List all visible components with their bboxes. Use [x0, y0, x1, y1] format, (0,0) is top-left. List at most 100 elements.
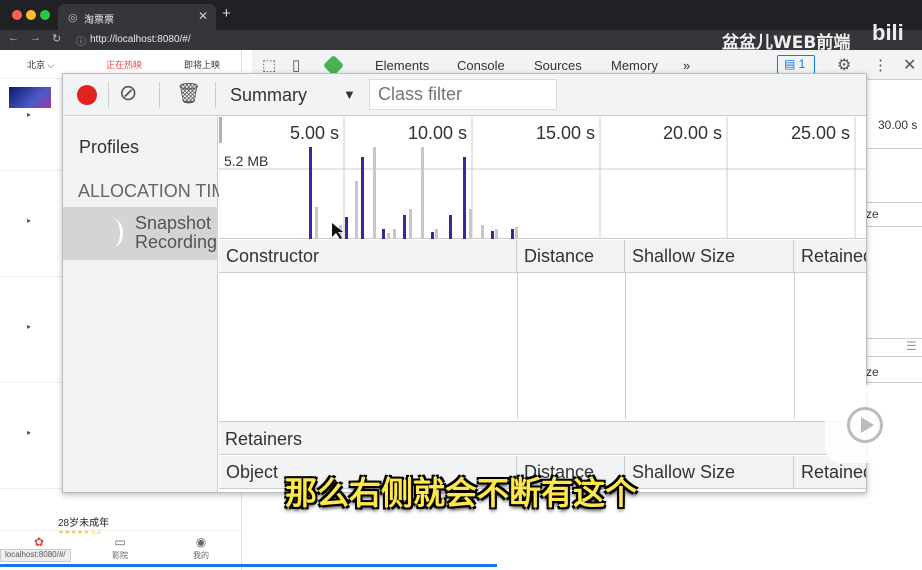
column-shallow-size[interactable]: Shallow Size [625, 240, 794, 273]
column-constructor[interactable]: Constructor [219, 240, 517, 273]
tab-coming-soon[interactable]: 即将上映 [184, 58, 220, 71]
divider [866, 226, 922, 227]
nav-label: 我的 [193, 551, 209, 560]
freed-allocation-bar[interactable] [469, 209, 472, 239]
issues-count: 1 [798, 57, 806, 71]
freed-allocation-bar[interactable] [387, 233, 390, 239]
timeline-tick-label: 30.00 s [878, 118, 918, 132]
nav-mine[interactable]: ◉ 我的 [181, 535, 221, 561]
allocation-bar[interactable] [511, 229, 514, 239]
timeline-tick-label: 15.00 s [536, 123, 595, 143]
allocation-bar[interactable] [382, 229, 385, 239]
column-divider [794, 273, 795, 419]
more-tabs-icon[interactable]: » [683, 58, 690, 73]
chevron-right-icon[interactable]: ▸ [27, 110, 31, 119]
freed-allocation-bar[interactable] [495, 229, 498, 239]
freed-allocation-bar[interactable] [421, 147, 424, 239]
allocation-bar[interactable] [345, 217, 348, 239]
timeline-tick-label: 25.00 s [791, 123, 850, 143]
snapshot-recording-item[interactable]: Snapshot Recording [63, 207, 218, 260]
info-icon[interactable]: ⓘ [76, 33, 86, 48]
back-icon[interactable]: ← [8, 32, 19, 44]
video-progress-bar[interactable] [0, 564, 497, 567]
video-subtitle: 那么右侧就会不断有这个 [284, 474, 637, 512]
chevron-right-icon[interactable]: ▸ [27, 322, 31, 331]
clear-icon[interactable]: ⊘ [119, 80, 137, 106]
class-filter-input[interactable] [369, 79, 557, 110]
constructor-table: Constructor Distance Shallow Size Retain… [219, 240, 866, 430]
tab-now-showing[interactable]: 正在热映 [106, 58, 142, 71]
freed-allocation-bar[interactable] [409, 209, 412, 239]
freed-allocation-bar[interactable] [315, 207, 318, 239]
url-input[interactable]: http://localhost:8080/#/ [90, 34, 191, 45]
minimize-window-button[interactable] [26, 10, 36, 20]
gear-icon[interactable]: ⚙ [837, 55, 851, 75]
issues-badge[interactable]: ▤ 1 [777, 55, 815, 74]
allocation-bar[interactable] [491, 231, 494, 239]
divider [866, 356, 922, 357]
tab-console[interactable]: Console [457, 58, 505, 73]
view-select[interactable]: Summary [230, 85, 307, 106]
separator [159, 82, 160, 108]
allocation-bar[interactable] [361, 157, 364, 239]
divider [866, 202, 922, 203]
city-selector[interactable]: 北京 ⌵ [27, 58, 54, 71]
close-window-button[interactable] [12, 10, 22, 20]
play-circle-icon [847, 407, 883, 443]
chevron-right-icon[interactable]: ▸ [27, 428, 31, 437]
separator [215, 82, 216, 108]
divider [866, 148, 922, 149]
freed-allocation-bar[interactable] [515, 227, 518, 239]
globe-icon: ◎ [68, 12, 78, 24]
allocation-bar[interactable] [463, 157, 466, 239]
tab-memory[interactable]: Memory [611, 58, 658, 73]
browser-tab-bar: ◎ 淘票票 ✕ + [0, 0, 922, 30]
allocation-bar[interactable] [309, 147, 312, 239]
reload-icon[interactable]: ↻ [52, 32, 61, 45]
column-retained-size[interactable]: Retained [794, 240, 866, 273]
play-icon[interactable] [825, 385, 905, 463]
browser-tab[interactable]: ◎ 淘票票 ✕ [58, 4, 216, 30]
movie-title: 28岁未成年 [58, 518, 110, 529]
freed-allocation-bar[interactable] [435, 229, 438, 239]
chevron-right-icon[interactable]: ▸ [27, 216, 31, 225]
forward-icon[interactable]: → [30, 32, 41, 44]
recording-label: Recording [135, 232, 218, 252]
more-options-icon[interactable]: ⋮ [873, 56, 888, 74]
allocation-bar[interactable] [403, 215, 406, 239]
allocation-bar[interactable] [449, 215, 452, 239]
dropdown-caret-icon[interactable]: ▼ [343, 87, 356, 102]
film-icon: ✿ [33, 535, 45, 549]
inspect-element-icon[interactable]: ⬚ [262, 56, 276, 74]
menu-icon[interactable]: ☰ [906, 339, 917, 353]
freed-allocation-bar[interactable] [373, 147, 376, 239]
separator [108, 82, 109, 108]
column-header-fragment: ze [866, 365, 879, 379]
memory-toolbar: ⊘ 🗑 Summary ▼ [63, 74, 866, 116]
tab-elements[interactable]: Elements [375, 58, 429, 73]
trash-icon[interactable]: 🗑 [176, 81, 201, 106]
close-tab-icon[interactable]: ✕ [198, 9, 208, 23]
device-toolbar-icon[interactable]: ▯ [292, 56, 300, 74]
new-tab-icon[interactable]: + [222, 5, 231, 22]
nav-cinemas[interactable]: ▭ 影院 [100, 535, 140, 561]
retainers-header[interactable]: Retainers [219, 421, 866, 455]
column-distance[interactable]: Distance [517, 240, 625, 273]
bilibili-logo: bili [872, 20, 904, 45]
memory-panel: ⊘ 🗑 Summary ▼ Profiles ALLOCATION TIM Sn… [62, 73, 867, 493]
allocation-bar[interactable] [431, 232, 434, 239]
nav-label: 影院 [112, 551, 128, 560]
status-bar-url: localhost:8080/#/ [0, 549, 71, 562]
allocation-timeline-chart: 5.00 s 10.00 s 15.00 s 20.00 s 25.00 s 5… [219, 117, 866, 239]
close-icon[interactable]: ✕ [903, 55, 916, 75]
zoom-window-button[interactable] [40, 10, 50, 20]
freed-allocation-bar[interactable] [393, 229, 396, 239]
freed-allocation-bar[interactable] [481, 225, 484, 239]
movie-poster[interactable] [9, 87, 51, 108]
timeline-tick-label: 20.00 s [663, 123, 722, 143]
freed-allocation-bar[interactable] [355, 181, 358, 239]
column-header-fragment: ze [866, 207, 879, 221]
column-divider [625, 273, 626, 419]
record-button[interactable] [77, 85, 97, 105]
allocation-timeline[interactable]: 5.00 s 10.00 s 15.00 s 20.00 s 25.00 s 5… [219, 117, 866, 239]
